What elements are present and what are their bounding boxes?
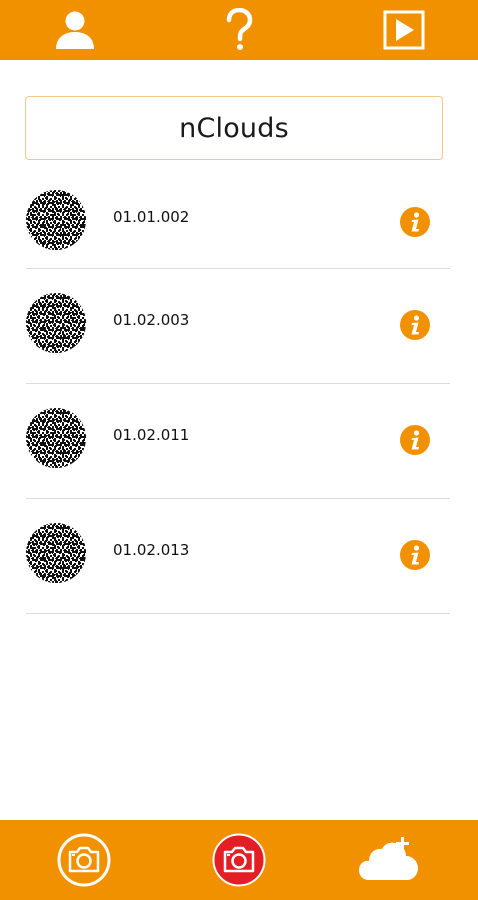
item-code: 01.02.011 bbox=[113, 426, 190, 444]
qr-code-icon bbox=[26, 408, 86, 468]
qr-code-icon bbox=[26, 293, 86, 353]
add-cloud-button[interactable] bbox=[357, 830, 423, 890]
info-icon bbox=[400, 207, 430, 237]
qr-code-icon bbox=[26, 523, 86, 583]
play-video-icon bbox=[383, 10, 425, 50]
camera-button[interactable] bbox=[57, 830, 111, 890]
list-item[interactable]: 01.01.002 bbox=[26, 166, 450, 269]
cloud-add-icon bbox=[359, 837, 418, 880]
camera-icon bbox=[57, 833, 111, 887]
info-button[interactable] bbox=[400, 207, 430, 237]
item-list: 01.01.002 01.02.003 01.02.011 01.02.013 bbox=[26, 166, 450, 614]
info-button[interactable] bbox=[400, 310, 430, 340]
help-icon bbox=[226, 8, 253, 50]
info-icon bbox=[400, 425, 430, 455]
item-code: 01.02.013 bbox=[113, 541, 190, 559]
bottom-bar bbox=[0, 820, 478, 900]
info-button[interactable] bbox=[400, 540, 430, 570]
profile-button[interactable] bbox=[40, 0, 110, 60]
info-button[interactable] bbox=[400, 425, 430, 455]
page-title: nClouds bbox=[25, 96, 443, 160]
app-screen: nClouds 01.01.002 01.02.003 01.02.011 01… bbox=[0, 0, 478, 900]
qr-code-icon bbox=[26, 190, 86, 250]
info-icon bbox=[400, 540, 430, 570]
user-icon bbox=[56, 11, 94, 49]
item-code: 01.01.002 bbox=[113, 208, 190, 226]
camera-record-icon bbox=[212, 833, 266, 887]
top-bar bbox=[0, 0, 478, 60]
record-button[interactable] bbox=[212, 830, 266, 890]
item-code: 01.02.003 bbox=[113, 311, 190, 329]
info-icon bbox=[400, 310, 430, 340]
video-button[interactable] bbox=[369, 0, 439, 60]
help-button[interactable] bbox=[204, 0, 274, 60]
list-item[interactable]: 01.02.011 bbox=[26, 384, 450, 499]
list-item[interactable]: 01.02.003 bbox=[26, 269, 450, 384]
list-item[interactable]: 01.02.013 bbox=[26, 499, 450, 614]
